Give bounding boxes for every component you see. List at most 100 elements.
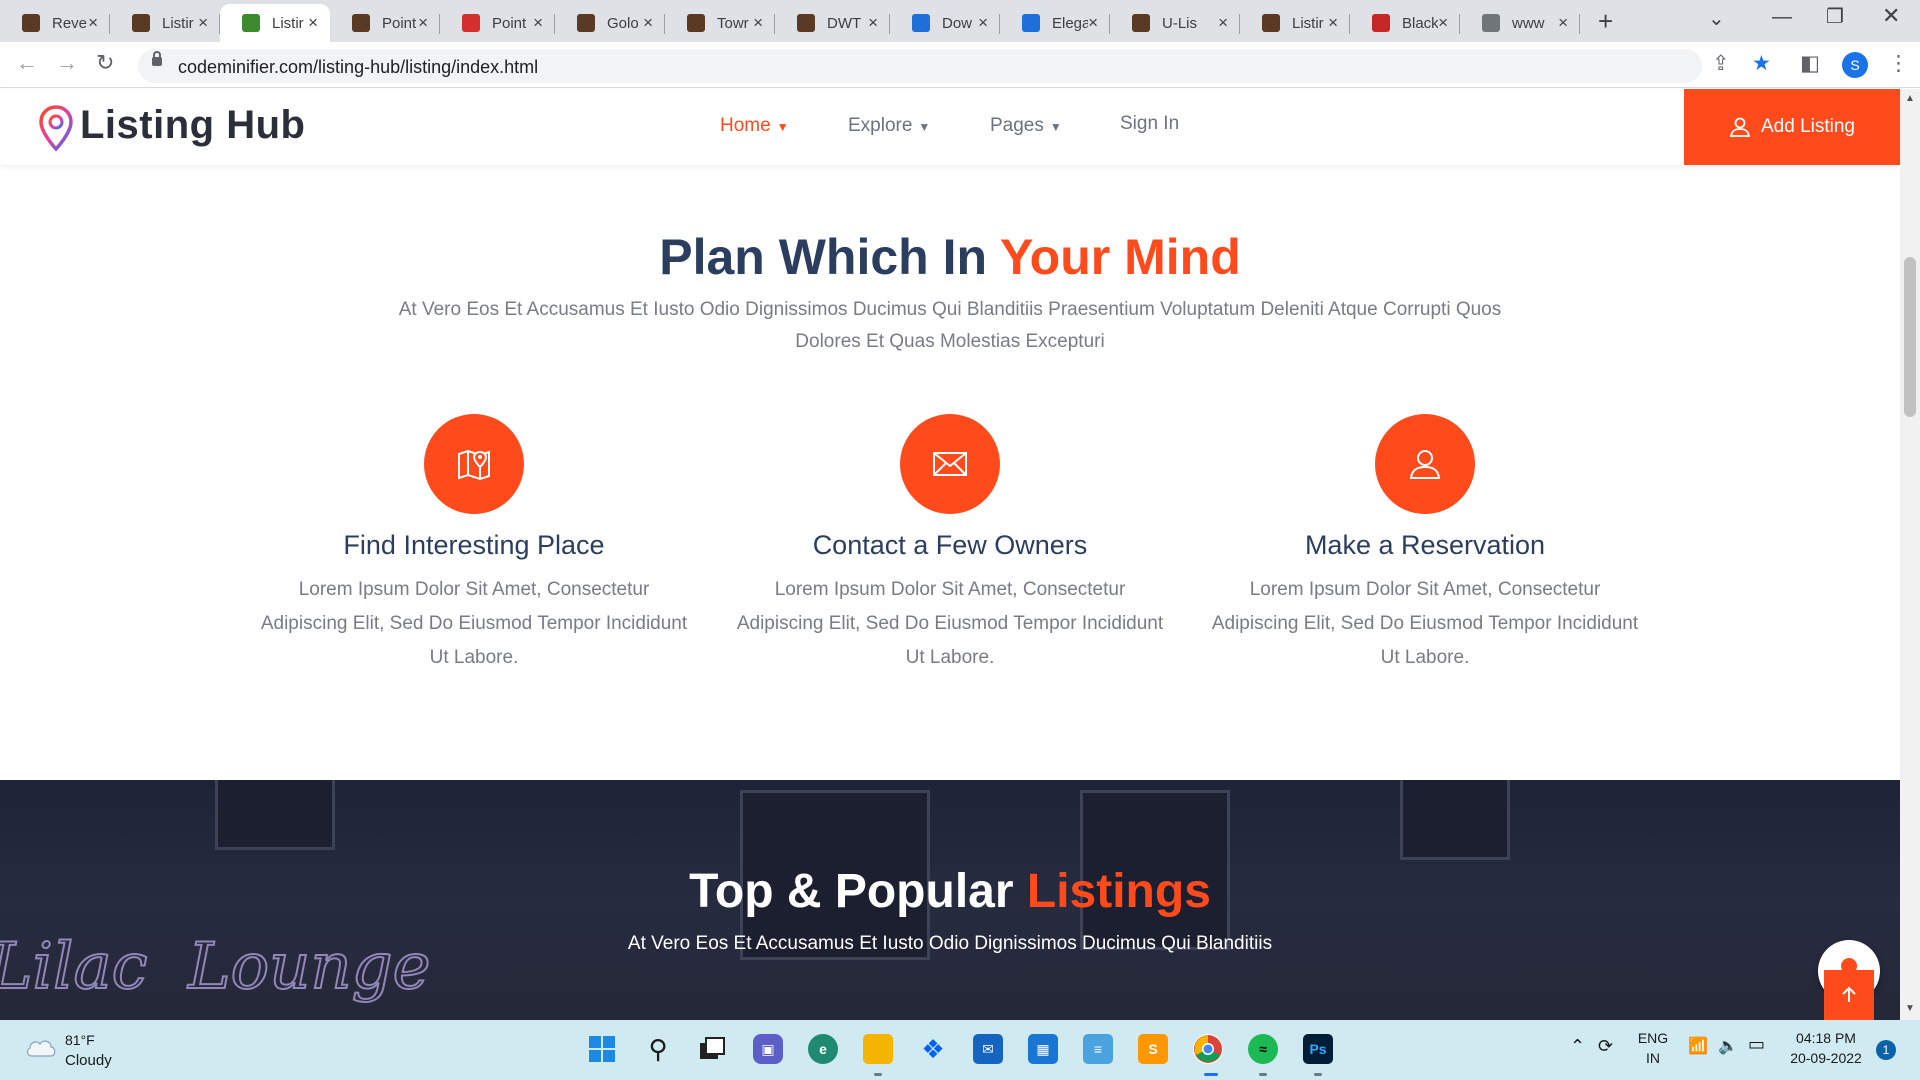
- notepad-icon[interactable]: ≡: [1083, 1034, 1113, 1064]
- tab-close-icon[interactable]: ×: [1438, 13, 1448, 33]
- close-window-button[interactable]: ✕: [1882, 3, 1900, 29]
- browser-tab[interactable]: DWT ×: [775, 4, 890, 42]
- forward-arrow-icon[interactable]: →: [56, 50, 78, 76]
- tab-search-chevron-icon[interactable]: ⌄: [1708, 6, 1725, 31]
- tab-title: Listir: [162, 14, 194, 32]
- browser-tab[interactable]: Listir ×: [1240, 4, 1350, 42]
- file-explorer-icon[interactable]: [863, 1034, 893, 1064]
- browser-tab[interactable]: Dow ×: [890, 4, 1000, 42]
- browser-tab[interactable]: Point ×: [330, 4, 440, 42]
- language-indicator[interactable]: ENG: [1636, 1030, 1670, 1046]
- sublime-text-icon[interactable]: S: [1138, 1034, 1168, 1064]
- clock-time[interactable]: 04:18 PM: [1784, 1030, 1868, 1046]
- map-pin-icon: [424, 414, 524, 514]
- scroll-thumb[interactable]: [1904, 257, 1916, 417]
- nav-home[interactable]: Home ▼: [720, 115, 789, 137]
- profile-avatar[interactable]: S: [1842, 52, 1868, 78]
- tab-close-icon[interactable]: ×: [643, 13, 653, 33]
- region-indicator[interactable]: IN: [1636, 1050, 1670, 1066]
- dropbox-icon[interactable]: ❖: [918, 1034, 948, 1064]
- tab-close-icon[interactable]: ×: [533, 13, 543, 33]
- browser-tab[interactable]: Reve ×: [0, 4, 110, 42]
- tab-close-icon[interactable]: ×: [308, 13, 318, 33]
- chevron-down-icon: ▼: [776, 120, 789, 134]
- search-icon[interactable]: ⚲: [643, 1034, 673, 1064]
- store-icon[interactable]: ▦: [1028, 1034, 1058, 1064]
- mail-icon[interactable]: ✉: [973, 1034, 1003, 1064]
- tab-close-icon[interactable]: ×: [753, 13, 763, 33]
- tab-favicon-icon: [1262, 14, 1280, 32]
- running-indicator: [874, 1073, 882, 1076]
- new-tab-button[interactable]: +: [1598, 6, 1613, 37]
- browser-tab[interactable]: Listir ×: [110, 4, 220, 42]
- tab-close-icon[interactable]: ×: [978, 13, 988, 33]
- restore-button[interactable]: ❐: [1826, 4, 1844, 29]
- browser-tab[interactable]: U-Lis ×: [1110, 4, 1240, 42]
- weather-condition[interactable]: Cloudy: [65, 1052, 112, 1069]
- tab-favicon-icon: [132, 14, 150, 32]
- clock-date[interactable]: 20-09-2022: [1784, 1050, 1868, 1066]
- tab-separator: [1459, 14, 1460, 34]
- volume-icon[interactable]: 🔈: [1718, 1036, 1738, 1056]
- scroll-up-arrow-icon[interactable]: ▲: [1905, 93, 1915, 104]
- running-indicator: [1259, 1073, 1267, 1076]
- tab-close-icon[interactable]: ×: [88, 13, 98, 33]
- battery-icon[interactable]: ▭: [1748, 1034, 1765, 1055]
- windows-start-icon[interactable]: [587, 1034, 617, 1064]
- reload-icon[interactable]: ↻: [96, 50, 114, 76]
- task-view-icon[interactable]: [697, 1034, 727, 1064]
- edge-icon[interactable]: e: [808, 1034, 838, 1064]
- wifi-icon[interactable]: 📶: [1688, 1036, 1708, 1056]
- page-scrollbar[interactable]: ▲ ▼: [1900, 89, 1920, 1020]
- browser-tab[interactable]: Listir ×: [220, 4, 330, 42]
- add-listing-label: Add Listing: [1760, 116, 1855, 137]
- logo-text[interactable]: Listing Hub: [80, 103, 305, 148]
- tab-close-icon[interactable]: ×: [198, 13, 208, 33]
- feature-title: Contact a Few Owners: [812, 530, 1088, 560]
- tab-title: Elega: [1052, 14, 1088, 32]
- browser-tab[interactable]: Black ×: [1350, 4, 1460, 42]
- tab-separator: [889, 14, 890, 34]
- user-icon: [1729, 117, 1751, 137]
- nav-sign-in[interactable]: Sign In: [1120, 113, 1179, 135]
- show-hidden-icons-chevron-icon[interactable]: ⌃: [1570, 1036, 1585, 1057]
- browser-tab[interactable]: www ×: [1460, 4, 1580, 42]
- menu-kebab-icon[interactable]: ⋮: [1888, 51, 1909, 76]
- tab-close-icon[interactable]: ×: [868, 13, 878, 33]
- teams-icon[interactable]: ▣: [753, 1034, 783, 1064]
- sync-icon[interactable]: ⟳: [1598, 1036, 1613, 1057]
- back-to-top-button[interactable]: [1824, 970, 1874, 1020]
- add-listing-button[interactable]: Add Listing: [1684, 89, 1900, 165]
- envelope-icon: [900, 414, 1000, 514]
- tab-separator: [439, 14, 440, 34]
- notification-badge[interactable]: 1: [1876, 1040, 1896, 1060]
- minimize-button[interactable]: —: [1772, 6, 1792, 29]
- tab-separator: [1579, 14, 1580, 34]
- tab-close-icon[interactable]: ×: [1218, 13, 1228, 33]
- scroll-down-arrow-icon[interactable]: ▼: [1905, 1003, 1915, 1014]
- spotify-icon[interactable]: ≈: [1248, 1034, 1278, 1064]
- browser-tab[interactable]: Golo ×: [555, 4, 665, 42]
- photoshop-icon[interactable]: Ps: [1303, 1034, 1333, 1064]
- popular-listings-section: Lilac Lounge Top & Popular Listings At V…: [0, 780, 1900, 1020]
- bookmark-star-icon[interactable]: ★: [1752, 51, 1771, 76]
- tab-close-icon[interactable]: ×: [1558, 13, 1568, 33]
- browser-tab[interactable]: Point ×: [440, 4, 555, 42]
- nav-pages[interactable]: Pages ▼: [990, 115, 1062, 137]
- back-arrow-icon[interactable]: ←: [16, 50, 38, 76]
- tab-favicon-icon: [352, 14, 370, 32]
- share-icon[interactable]: ⇪: [1712, 51, 1730, 76]
- logo-pin-icon: [39, 105, 73, 152]
- tab-close-icon[interactable]: ×: [1328, 13, 1338, 33]
- nav-explore[interactable]: Explore ▼: [848, 115, 930, 137]
- address-bar[interactable]: codeminifier.com/listing-hub/listing/ind…: [138, 49, 1702, 83]
- weather-temperature[interactable]: 81°F: [65, 1032, 95, 1048]
- side-panel-icon[interactable]: ◧: [1800, 51, 1820, 76]
- browser-tab[interactable]: Elega ×: [1000, 4, 1110, 42]
- chrome-icon[interactable]: [1193, 1034, 1223, 1064]
- tab-title: www: [1512, 14, 1545, 32]
- browser-tab[interactable]: Towr ×: [665, 4, 775, 42]
- tab-close-icon[interactable]: ×: [1088, 13, 1098, 33]
- tab-close-icon[interactable]: ×: [418, 13, 428, 33]
- url-text[interactable]: codeminifier.com/listing-hub/listing/ind…: [178, 57, 538, 78]
